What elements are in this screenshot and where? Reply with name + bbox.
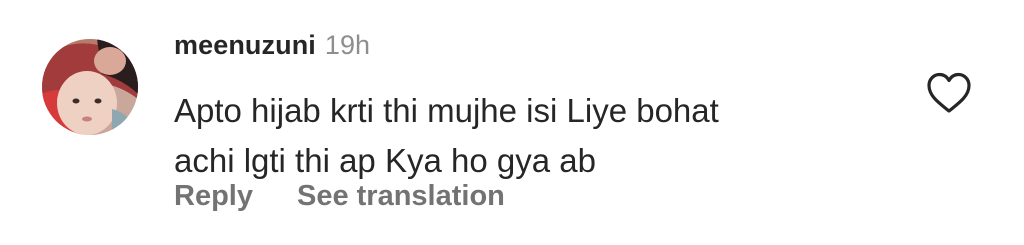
comment-text: Apto hijab krti thi mujhe isi Liye bohat…: [174, 86, 894, 186]
comment-timestamp: 19h: [324, 30, 370, 60]
heart-outline-icon: [927, 72, 971, 113]
comment-header: meenuzuni 19h: [174, 30, 370, 70]
like-button[interactable]: [926, 72, 972, 114]
avatar-image: [42, 39, 138, 135]
reply-button[interactable]: Reply: [174, 180, 253, 213]
comment-text-line-2: achi lgti thi ap Kya ho gya ab: [174, 142, 596, 179]
see-translation-button[interactable]: See translation: [297, 180, 505, 213]
avatar[interactable]: [42, 39, 138, 135]
username-link[interactable]: meenuzuni: [174, 30, 316, 61]
comment-item: meenuzuni 19h Apto hijab krti thi mujhe …: [0, 0, 1024, 245]
comment-actions: Reply See translation: [174, 180, 505, 213]
comment-text-line-1: Apto hijab krti thi mujhe isi Liye bohat: [174, 92, 719, 129]
